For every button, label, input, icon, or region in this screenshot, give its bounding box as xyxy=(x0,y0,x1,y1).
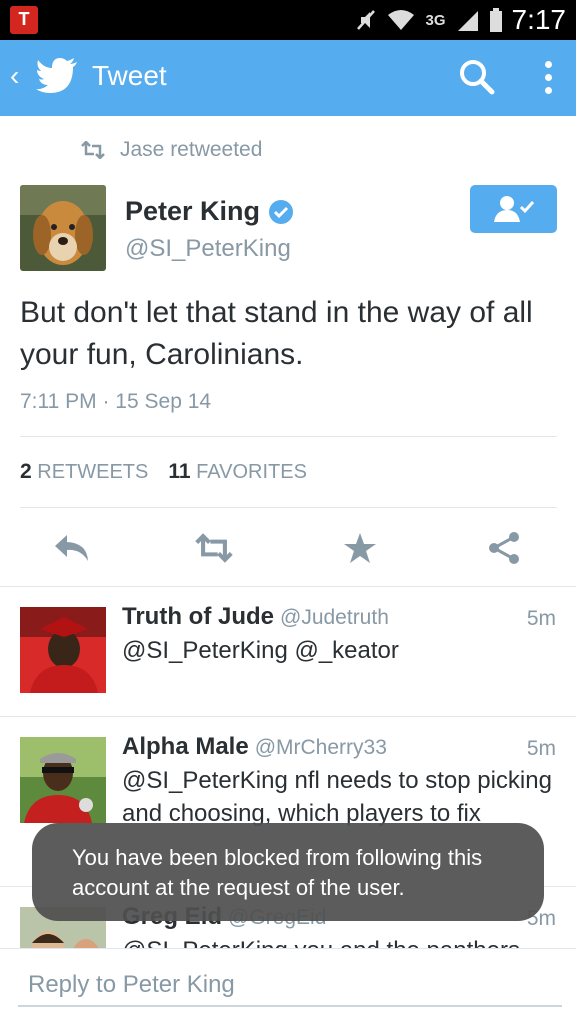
retweeted-by-label: Jase retweeted xyxy=(120,138,263,161)
status-bar: T 3G 7:17 xyxy=(0,0,576,40)
reply-time: 5m xyxy=(526,607,556,630)
reply-text: @SI_PeterKing @_keator xyxy=(122,637,399,664)
author-handle[interactable]: @SI_PeterKing xyxy=(125,235,291,263)
follow-user-check-icon xyxy=(493,196,534,222)
reply-author[interactable]: Alpha Male @MrCherry33 xyxy=(122,733,387,761)
tweet-stats: 2 RETWEETS 11 FAVORITES xyxy=(20,460,307,484)
reply-bar: Reply to Peter King xyxy=(0,948,576,1024)
blocked-toast: You have been blocked from following thi… xyxy=(32,823,544,921)
status-icons: 3G 7:17 xyxy=(355,0,566,40)
following-button[interactable] xyxy=(470,185,557,233)
tweet-text: But don't let that stand in the way of a… xyxy=(20,296,533,371)
retweets-stat[interactable]: 2 RETWEETS xyxy=(20,460,148,484)
search-icon[interactable] xyxy=(458,58,496,96)
retweet-icon xyxy=(81,141,105,159)
reply-icon[interactable] xyxy=(52,530,92,566)
reply-text: @SI_PeterKing you and the panthers xyxy=(122,934,552,948)
author-name-text: Peter King xyxy=(125,196,261,226)
avatar[interactable] xyxy=(20,607,106,693)
wifi-icon xyxy=(388,10,415,30)
author-avatar[interactable] xyxy=(20,185,106,271)
reply-input[interactable]: Reply to Peter King xyxy=(18,963,562,1007)
clock: 7:17 xyxy=(511,4,567,35)
divider xyxy=(20,436,557,437)
retweet-context: Jase retweeted xyxy=(80,138,262,162)
verified-badge-icon xyxy=(269,199,294,224)
reply-text: @SI_PeterKing nfl needs to stop picking … xyxy=(122,767,552,827)
notification-app-icon: T xyxy=(10,6,38,34)
list-item[interactable]: Truth of Jude @Judetruth 5m @SI_PeterKing… xyxy=(0,586,576,716)
page-title: Tweet xyxy=(92,60,167,91)
favorite-star-icon[interactable] xyxy=(340,530,380,566)
author-name[interactable]: Peter King xyxy=(125,196,294,227)
more-vert-icon[interactable] xyxy=(540,58,556,98)
app-bar: ‹ Tweet xyxy=(0,40,576,116)
tweet-actions xyxy=(0,508,576,586)
battery-icon xyxy=(489,8,502,32)
favorites-stat[interactable]: 11 FAVORITES xyxy=(168,460,307,484)
avatar[interactable] xyxy=(20,737,106,823)
network-type: 3G xyxy=(425,11,446,29)
share-icon[interactable] xyxy=(484,530,524,566)
reply-author[interactable]: Truth of Jude @Judetruth xyxy=(122,603,389,631)
chevron-left-icon[interactable]: ‹ xyxy=(10,60,19,92)
tweet-timestamp: 7:11 PM · 15 Sep 14 xyxy=(20,390,212,413)
reply-time: 5m xyxy=(526,737,556,760)
retweet-icon[interactable] xyxy=(194,530,234,566)
mute-icon xyxy=(357,10,376,30)
twitter-bird-icon[interactable] xyxy=(36,58,78,94)
signal-icon xyxy=(457,11,478,31)
